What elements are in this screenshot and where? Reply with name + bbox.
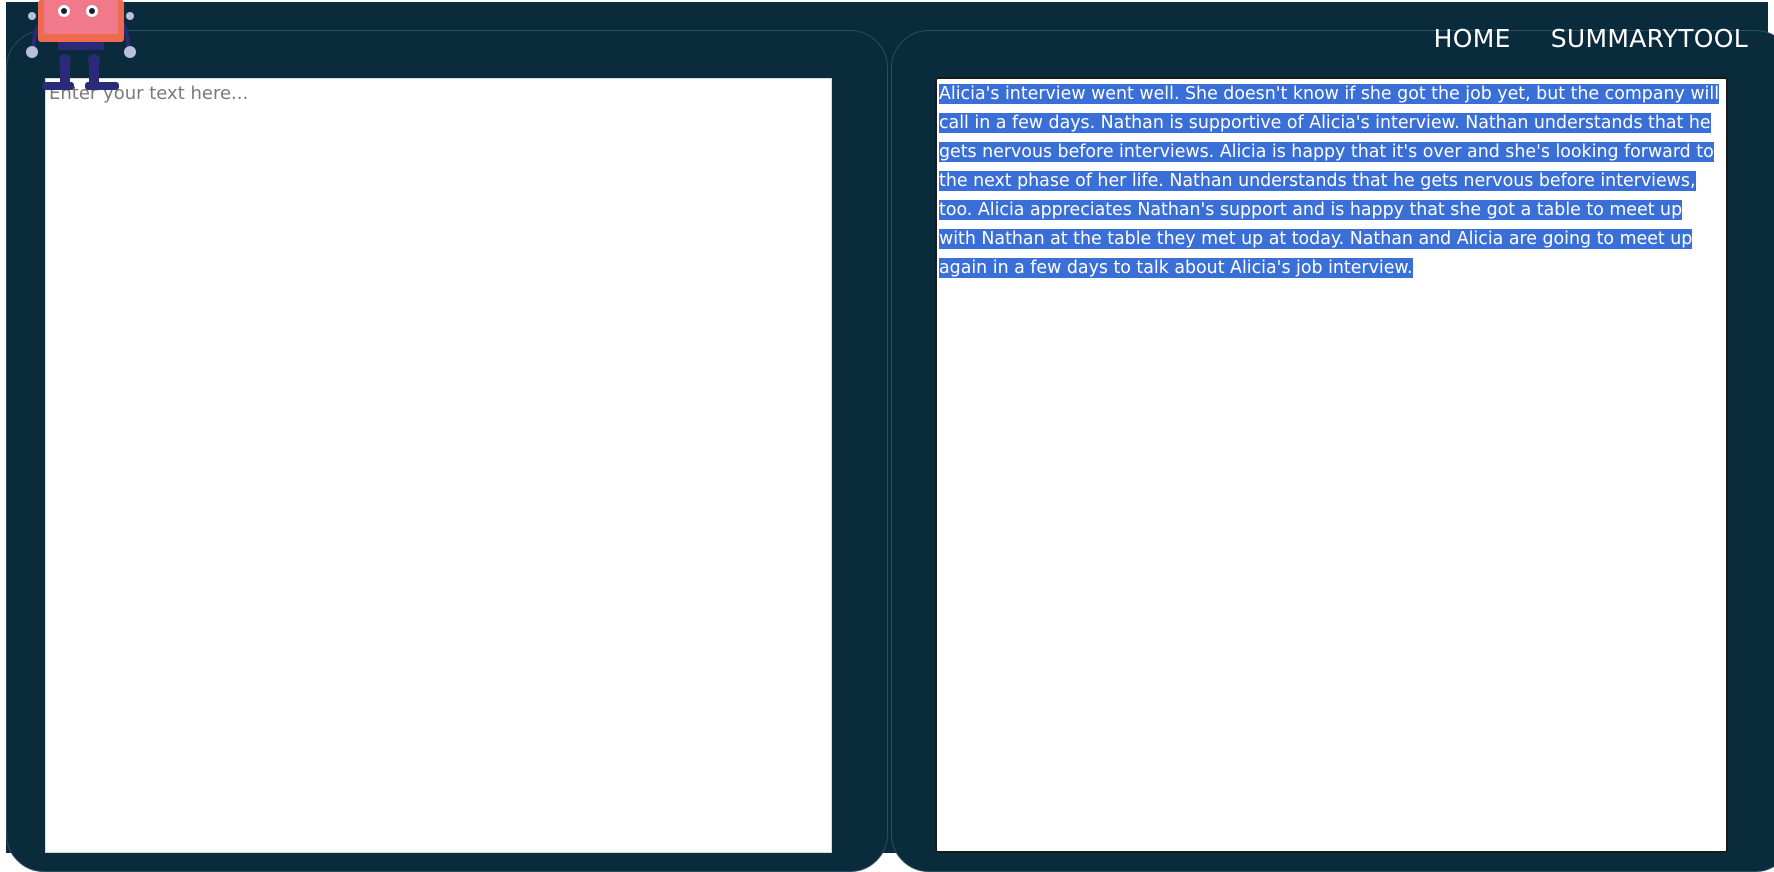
nav-summarytool-link[interactable]: SUMMARYTOOL: [1551, 24, 1748, 53]
summary-text: Alicia's interview went well. She doesn'…: [939, 80, 1724, 283]
input-text-container: [45, 78, 832, 853]
summary-output-box[interactable]: Alicia's interview went well. She doesn'…: [935, 77, 1728, 853]
robot-logo-icon[interactable]: [20, 0, 145, 100]
input-textarea[interactable]: [46, 79, 831, 852]
nav-home-link[interactable]: HOME: [1434, 24, 1511, 53]
selected-summary-text: Alicia's interview went well. She doesn'…: [939, 84, 1720, 278]
top-nav: HOME SUMMARYTOOL: [1434, 24, 1748, 53]
